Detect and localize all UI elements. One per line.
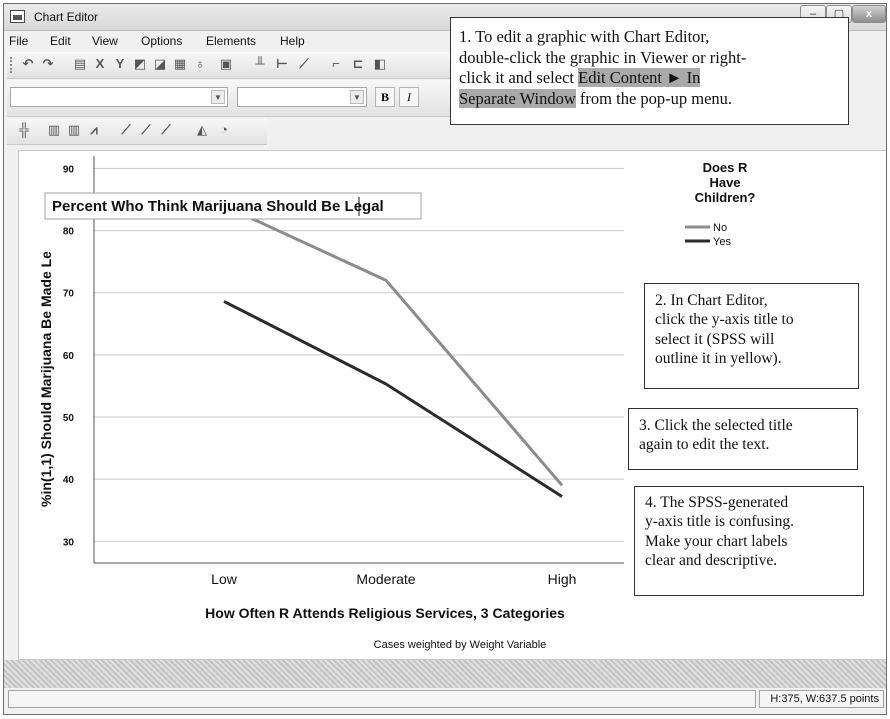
callout-line: clear and descriptive. <box>645 552 778 570</box>
toolbar-grip[interactable] <box>10 57 16 73</box>
line-chart-icon[interactable]: ⊢ <box>275 57 289 71</box>
error-bar-icon[interactable]: ╨ <box>253 57 267 71</box>
callout-step-3: 3. Click the selected title again to edi… <box>628 408 858 470</box>
y-tick-label: 80 <box>63 227 75 238</box>
size-select[interactable]: ▼ <box>237 87 367 107</box>
menu-path-highlight: Separate Window <box>459 88 576 108</box>
callout-line: 1. To edit a graphic with Chart Editor, <box>459 27 710 46</box>
y-axis-title[interactable]: %in(1,1) Should Marijuana Be Made Le <box>38 251 54 507</box>
data-labels-icon[interactable]: ▦ <box>173 57 187 71</box>
x-axis-title[interactable]: How Often R Attends Religious Services, … <box>205 605 565 621</box>
callout-line: 4. The SPSS-generated <box>645 494 789 511</box>
menu-elements[interactable]: Elements <box>206 34 256 48</box>
series-line-no[interactable] <box>223 204 564 487</box>
pie-chart-icon[interactable]: ◔ <box>217 123 231 137</box>
callout-line: click the y-axis title to <box>655 311 794 329</box>
menu-file[interactable]: File <box>9 34 28 48</box>
redo-icon[interactable]: ↷ <box>41 57 55 71</box>
callout-line: click it and select Edit Content ► In <box>459 68 840 89</box>
zoom-icon[interactable]: ◪ <box>153 57 167 71</box>
callout-step-1: 1. To edit a graphic with Chart Editor, … <box>450 17 849 125</box>
x-axis-select-icon[interactable]: X <box>93 57 107 71</box>
y-tick-label: 60 <box>63 351 75 362</box>
callout-step-4: 4. The SPSS-generated y-axis title is co… <box>634 486 864 596</box>
legend-label[interactable]: Yes <box>713 236 731 248</box>
grid-lines-icon[interactable]: ╬ <box>17 123 31 137</box>
hatched-panel <box>4 660 886 688</box>
callout-step-2: 2. In Chart Editor, click the y-axis tit… <box>644 283 859 389</box>
table-icon[interactable]: ▣ <box>219 57 233 71</box>
series-line-yes[interactable] <box>223 300 563 498</box>
stacked-bar-icon[interactable]: ▥ <box>67 123 81 137</box>
menu-path-highlight: Edit Content ► In <box>578 68 701 88</box>
y-tick-label: 40 <box>63 475 75 486</box>
chevron-down-icon[interactable]: ▼ <box>350 90 364 104</box>
toolbar-format: ▼ ▼ B I <box>7 80 457 117</box>
legend-title[interactable]: Have <box>709 175 740 190</box>
status-dimensions: H:375, W:637.5 points <box>759 690 884 708</box>
undo-icon[interactable]: ↶ <box>21 57 35 71</box>
chart-title[interactable]: Percent Who Think Marijuana Should Be Le… <box>52 198 384 215</box>
callout-line: Make your chart labels <box>645 532 788 550</box>
callout-line: outline it in yellow). <box>655 350 782 368</box>
callout-text: click it and select <box>459 68 579 88</box>
close-button[interactable]: x <box>852 5 886 23</box>
bold-button[interactable]: B <box>375 87 395 107</box>
y-tick-label: 50 <box>63 413 75 424</box>
window-title: Chart Editor <box>34 10 99 24</box>
menu-edit[interactable]: Edit <box>50 34 71 48</box>
x-tick-label: Moderate <box>356 571 415 587</box>
properties-icon[interactable]: ▤ <box>73 57 87 71</box>
chevron-down-icon[interactable]: ▼ <box>211 90 225 104</box>
y-axis-select-icon[interactable]: Y <box>113 57 127 71</box>
x-tick-label: Low <box>211 571 238 587</box>
chart-type-icon[interactable]: ⟋ <box>297 57 311 71</box>
y-tick-label: 70 <box>63 289 75 300</box>
toolbar-elements: ╬ ▥ ▥ ⩘ ⟋ ⟋ ⟋ ◭ ◔ <box>7 118 267 145</box>
chart-footnote[interactable]: Cases weighted by Weight Variable <box>374 639 547 651</box>
callout-line: select it (SPSS will <box>655 330 775 348</box>
y-tick-label: 90 <box>63 164 75 175</box>
legend-title[interactable]: Children? <box>695 190 756 205</box>
legend-label[interactable]: No <box>713 222 727 234</box>
callout-line: again to edit the text. <box>639 436 770 454</box>
menu-help[interactable]: Help <box>280 34 305 48</box>
line-multi-icon[interactable]: ⟋ <box>139 123 153 137</box>
chart-editor-app-icon <box>10 10 25 23</box>
callout-line: Separate Window from the pop-up menu. <box>459 88 840 110</box>
callout-line: y-axis title is confusing. <box>645 513 794 531</box>
menu-view[interactable]: View <box>92 34 118 48</box>
pie-icon[interactable]: ◧ <box>373 57 387 71</box>
area-chart-icon[interactable]: ◭ <box>195 123 209 137</box>
grid-icon[interactable]: ⊏ <box>351 57 365 71</box>
font-select[interactable]: ▼ <box>10 87 228 107</box>
status-message <box>8 690 756 708</box>
toolbar-main: ↶ ↷ ▤ X Y ◩ ◪ ▦ ♁ ▣ ╨ ⊢ ⟋ ⌐ ⊏ ◧ <box>7 52 457 79</box>
bar-chart-icon[interactable]: ▥ <box>47 123 61 137</box>
bar-style-icon[interactable]: ⌐ <box>329 57 343 71</box>
lasso-icon[interactable]: ♁ <box>193 57 207 71</box>
scale-icon[interactable]: ◩ <box>133 57 147 71</box>
y-tick-label: 30 <box>63 537 75 548</box>
italic-button[interactable]: I <box>399 87 419 107</box>
menu-options[interactable]: Options <box>141 34 182 48</box>
area-icon[interactable]: ⩘ <box>87 123 101 137</box>
callout-text: from the pop-up menu. <box>575 88 733 108</box>
line-icon[interactable]: ⟋ <box>119 123 133 137</box>
trend-icon[interactable]: ⟋ <box>159 123 173 137</box>
legend-title[interactable]: Does R <box>703 160 748 175</box>
x-tick-label: High <box>548 571 577 587</box>
callout-line: double-click the graphic in Viewer or ri… <box>459 47 747 67</box>
status-bar: H:375, W:637.5 points <box>4 688 886 714</box>
callout-line: 3. Click the selected title <box>639 417 793 434</box>
callout-line: 2. In Chart Editor, <box>655 292 768 309</box>
